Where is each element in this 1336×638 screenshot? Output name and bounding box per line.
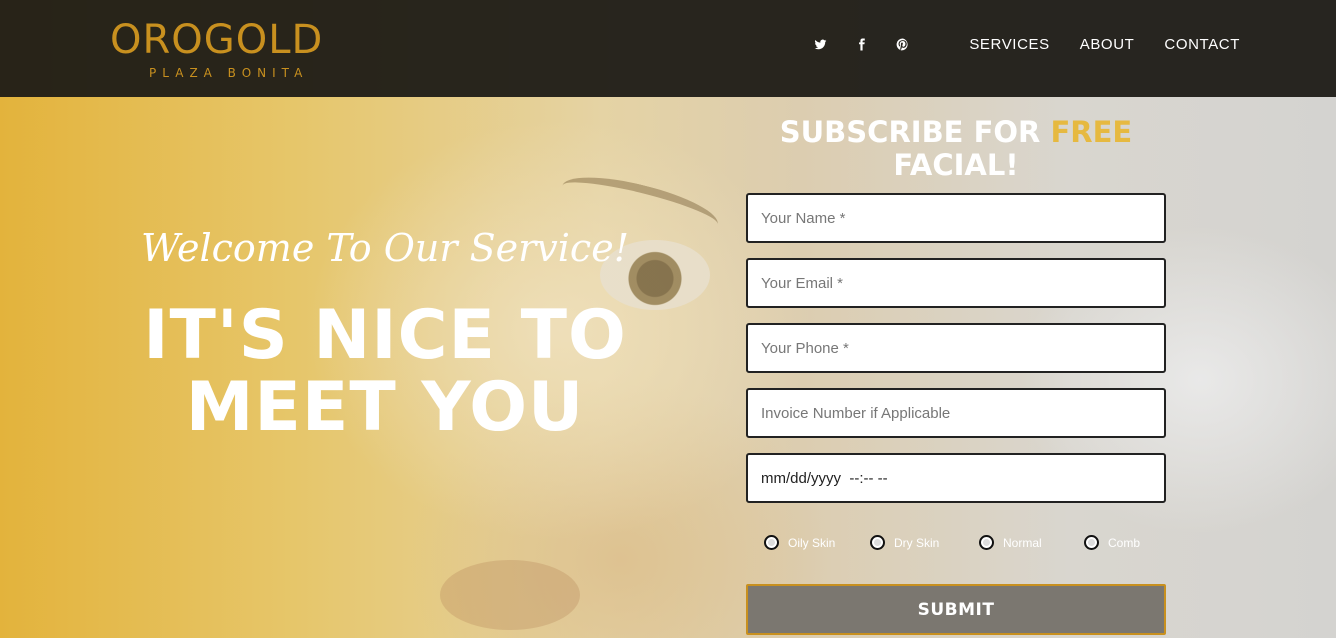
skin-option-label: Oily Skin — [788, 535, 836, 550]
radio-button-icon[interactable] — [870, 535, 885, 550]
name-field[interactable] — [746, 193, 1166, 243]
datetime-value: mm/dd/yyyy --:-- -- — [761, 469, 888, 487]
form-title: SUBSCRIBE FOR FREE FACIAL! — [746, 116, 1166, 182]
radio-button-icon[interactable] — [979, 535, 994, 550]
skin-option-label: Dry Skin — [894, 535, 940, 550]
submit-button[interactable]: SUBMIT — [746, 584, 1166, 635]
facebook-icon[interactable] — [854, 38, 868, 52]
nav-contact-link[interactable]: CONTACT — [1164, 36, 1240, 53]
form-title-accent: FREE — [1050, 115, 1133, 149]
skin-option-oily[interactable]: Oily Skin — [764, 535, 835, 550]
skin-option-label: Comb — [1108, 535, 1141, 550]
main-nav: SERVICES ABOUT CONTACT — [813, 36, 1240, 53]
hero-image-lips — [440, 560, 580, 630]
skin-type-radio-group: Oily Skin Dry Skin Normal Comb — [764, 535, 1164, 555]
nav-about-link[interactable]: ABOUT — [1080, 36, 1135, 53]
logo[interactable]: OROGOLD PLAZA BONITA — [110, 18, 323, 80]
email-field[interactable] — [746, 258, 1166, 308]
hero-headline-line2: MEET YOU — [185, 368, 585, 447]
site-header: OROGOLD PLAZA BONITA SERVICES ABOUT CONT… — [0, 0, 1336, 97]
welcome-heading: Welcome To Our Service! — [141, 226, 629, 270]
skin-option-dry[interactable]: Dry Skin — [870, 535, 939, 550]
form-title-part2: FACIAL! — [893, 148, 1019, 182]
logo-subtitle: PLAZA BONITA — [149, 66, 309, 80]
hero-headline-line1: IT'S NICE TO — [143, 296, 627, 375]
invoice-field[interactable] — [746, 388, 1166, 438]
skin-option-normal[interactable]: Normal — [979, 535, 1042, 550]
form-title-part1: SUBSCRIBE FOR — [779, 115, 1051, 149]
skin-option-comb[interactable]: Comb — [1084, 535, 1140, 550]
appointment-datetime-field[interactable]: mm/dd/yyyy --:-- -- — [746, 453, 1166, 503]
phone-field[interactable] — [746, 323, 1166, 373]
nav-services-link[interactable]: SERVICES — [969, 36, 1049, 53]
hero-headline: IT'S NICE TO MEET YOU — [120, 300, 650, 444]
twitter-icon[interactable] — [813, 38, 827, 52]
skin-option-label: Normal — [1003, 535, 1042, 550]
pinterest-icon[interactable] — [895, 38, 909, 52]
radio-button-icon[interactable] — [764, 535, 779, 550]
logo-brand: OROGOLD — [110, 17, 324, 63]
radio-button-icon[interactable] — [1084, 535, 1099, 550]
